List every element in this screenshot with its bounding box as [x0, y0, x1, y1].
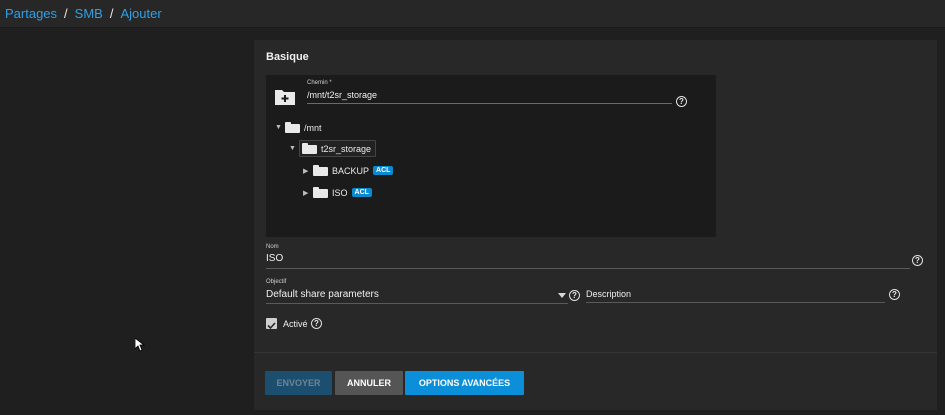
description-label: Description	[586, 289, 632, 299]
description-input[interactable]	[586, 302, 885, 303]
help-icon[interactable]: ?	[569, 290, 580, 301]
acl-badge: ACL	[373, 166, 394, 175]
submit-button[interactable]: ENVOYER	[265, 371, 332, 395]
tree-node-t2sr-storage[interactable]: ▼ t2sr_storage	[289, 140, 377, 157]
section-title: Basique	[266, 51, 309, 63]
tree-node-mnt[interactable]: ▼ /mnt	[275, 122, 322, 133]
breadcrumb-smb[interactable]: SMB	[75, 6, 103, 21]
tree-node-backup[interactable]: ▶ BACKUP ACL	[303, 165, 394, 176]
tree-node-label: ISO	[332, 187, 348, 198]
chevron-right-icon[interactable]: ▶	[303, 167, 313, 175]
path-label: Chemin *	[307, 80, 332, 86]
breadcrumb-ajouter[interactable]: Ajouter	[120, 6, 161, 21]
purpose-select[interactable]: Default share parameters	[266, 289, 379, 300]
breadcrumb: Partages / SMB / Ajouter	[0, 0, 945, 28]
tree-node-label: t2sr_storage	[321, 143, 372, 154]
help-icon[interactable]: ?	[676, 96, 687, 107]
tree-node-label: BACKUP	[332, 165, 370, 176]
advanced-options-button[interactable]: OPTIONS AVANCÉES	[405, 371, 524, 395]
tree-node-iso[interactable]: ▶ ISO ACL	[303, 187, 372, 198]
smb-share-form-card: Basique Chemin * /mnt/t2sr_storage ? ▼ /…	[254, 40, 937, 410]
folder-icon	[313, 187, 328, 198]
name-input[interactable]: ISO	[266, 253, 283, 264]
folder-icon	[313, 165, 328, 176]
help-icon[interactable]: ?	[912, 255, 923, 266]
folder-icon	[285, 122, 300, 133]
enabled-label: Activé	[283, 319, 308, 329]
help-icon[interactable]: ?	[889, 289, 900, 300]
name-underline	[266, 268, 910, 269]
folder-icon	[302, 143, 317, 154]
path-input[interactable]: /mnt/t2sr_storage	[307, 88, 672, 104]
chevron-down-icon[interactable]	[558, 293, 566, 298]
chevron-right-icon[interactable]: ▶	[303, 189, 313, 197]
selected-node[interactable]: t2sr_storage	[299, 140, 377, 157]
checkmark-icon	[267, 322, 276, 330]
breadcrumb-separator: /	[64, 6, 68, 21]
folder-add-icon[interactable]	[274, 88, 296, 106]
enabled-checkbox[interactable]	[266, 318, 277, 330]
breadcrumb-partages[interactable]: Partages	[5, 6, 57, 21]
name-label: Nom	[266, 244, 279, 250]
cancel-button[interactable]: ANNULER	[335, 371, 403, 395]
mouse-cursor-icon	[135, 338, 145, 352]
tree-node-label: /mnt	[304, 122, 322, 133]
divider	[254, 352, 937, 353]
help-icon[interactable]: ?	[311, 318, 322, 329]
chevron-down-icon[interactable]: ▼	[289, 145, 299, 152]
chevron-down-icon[interactable]: ▼	[275, 124, 285, 131]
file-explorer: Chemin * /mnt/t2sr_storage ? ▼ /mnt ▼ t2…	[266, 75, 716, 237]
purpose-label: Objectif	[266, 279, 287, 285]
purpose-underline	[266, 303, 568, 304]
breadcrumb-separator: /	[109, 6, 114, 21]
acl-badge: ACL	[351, 188, 372, 197]
